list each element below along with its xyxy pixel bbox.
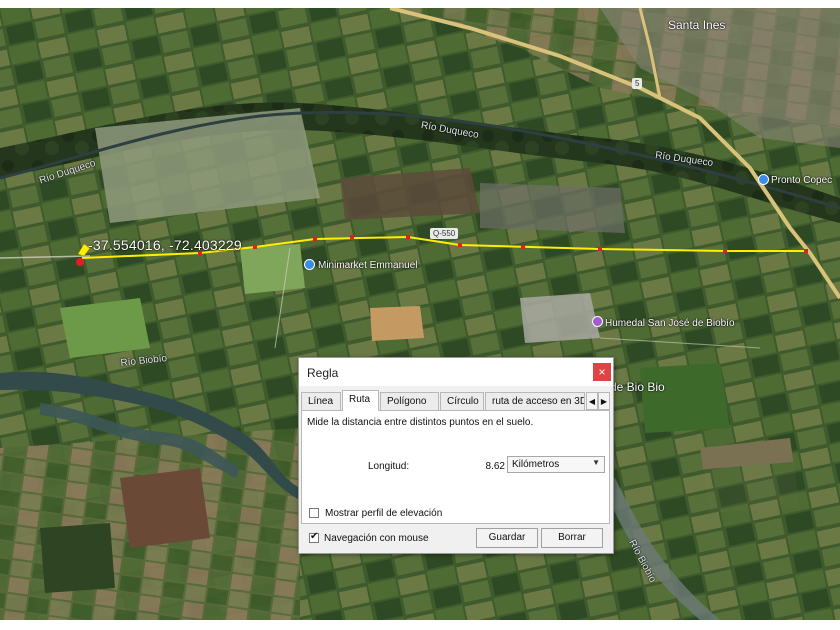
town-label-santa-ines: Santa Ines xyxy=(668,18,726,32)
tab-linea[interactable]: Línea xyxy=(301,392,341,410)
save-button[interactable]: Guardar xyxy=(476,528,538,548)
length-value: 8.62 xyxy=(485,461,505,472)
tab-scroll-right-icon[interactable]: ▶ xyxy=(598,392,610,410)
chevron-down-icon: ▼ xyxy=(592,458,600,467)
town-label-bio-bio: de Bio Bio xyxy=(610,380,665,394)
store-poi-icon[interactable] xyxy=(304,259,315,270)
ruler-dialog: Regla × Línea Ruta Polígono Círculo ruta… xyxy=(298,357,614,554)
tab-description: Mide la distancia entre distintos puntos… xyxy=(307,417,534,428)
close-button[interactable]: × xyxy=(593,363,611,381)
tab-circulo[interactable]: Círculo xyxy=(440,392,484,410)
tab-scroll-left-icon[interactable]: ◀ xyxy=(586,392,598,410)
length-label: Longitud: xyxy=(368,461,410,472)
elevation-profile-checkbox[interactable] xyxy=(309,508,319,518)
dialog-titlebar[interactable]: Regla × xyxy=(299,358,613,386)
mouse-navigation-label[interactable]: Navegación con mouse xyxy=(324,533,429,544)
tab-poligono[interactable]: Polígono xyxy=(380,392,439,410)
unit-select[interactable]: Kilómetros ▼ xyxy=(507,456,605,473)
tab-ruta-3d[interactable]: ruta de acceso en 3D xyxy=(485,392,585,410)
ruta-panel: Mide la distancia entre distintos puntos… xyxy=(301,410,610,524)
dialog-title: Regla xyxy=(307,366,339,380)
ruler-tabs: Línea Ruta Polígono Círculo ruta de acce… xyxy=(301,390,611,411)
elevation-profile-label[interactable]: Mostrar perfil de elevación xyxy=(325,508,442,519)
gas-station-poi-icon[interactable] xyxy=(758,174,769,185)
unit-selected-value: Kilómetros xyxy=(512,459,560,470)
coordinate-label: -37.554016, -72.403229 xyxy=(88,237,242,253)
road-shield-q550: Q-550 xyxy=(430,228,459,239)
poi-label-minimarket[interactable]: Minimarket Emmanuel xyxy=(318,260,417,271)
poi-label-copec[interactable]: Pronto Copec xyxy=(771,175,832,186)
checkmark-icon: ✔ xyxy=(310,531,319,542)
clear-button[interactable]: Borrar xyxy=(541,528,603,548)
road-shield-route5: 5 xyxy=(632,78,643,89)
poi-label-humedal[interactable]: Humedal San José de Biobío xyxy=(605,318,735,329)
wetland-poi-icon[interactable] xyxy=(592,316,603,327)
tab-ruta[interactable]: Ruta xyxy=(342,390,379,411)
mouse-navigation-checkbox[interactable]: ✔ xyxy=(309,531,319,543)
